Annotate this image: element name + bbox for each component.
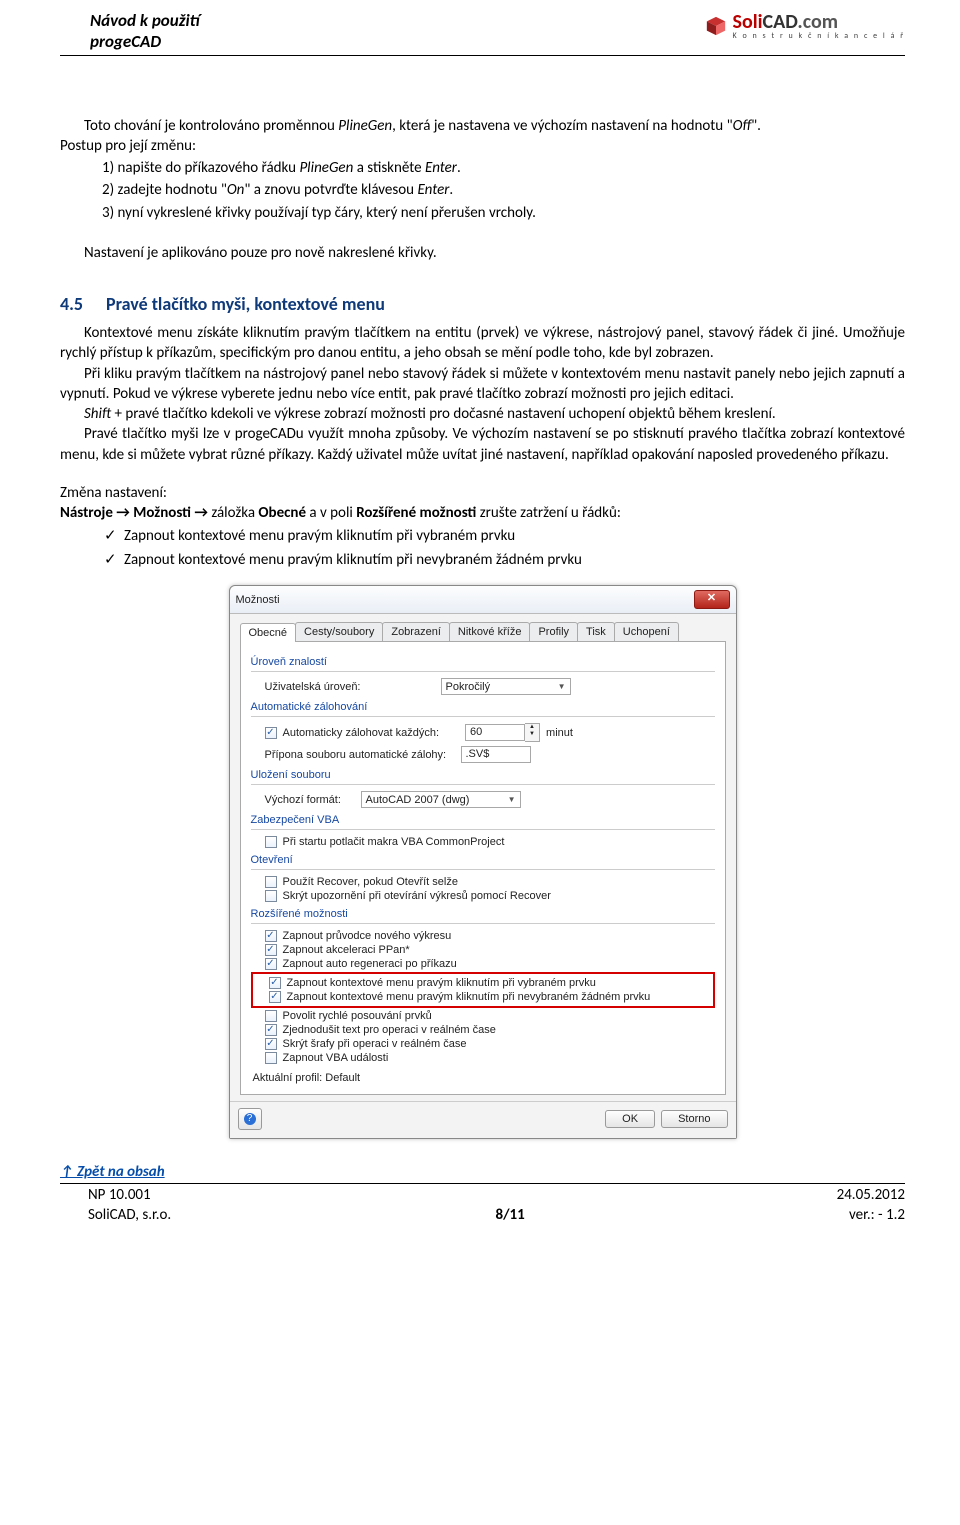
body: Toto chování je kontrolováno proměnnou P… [60,116,905,1226]
cancel-button[interactable]: Storno [661,1110,727,1128]
paragraph-context-menu-1: Kontextové menu získáte kliknutím pravým… [60,323,905,364]
dialog-titlebar: Možnosti ✕ [230,586,736,614]
footer-doc-id: NP 10.001 [88,1186,151,1206]
options-dialog: Možnosti ✕ Obecné Cesty/soubory Zobrazen… [229,585,737,1139]
ext-hide-hatch-label: Skrýt šrafy při operaci v reálném čase [283,1038,467,1050]
ext-autoregen-checkbox[interactable] [265,958,277,970]
group-save-label: Uložení souboru [251,769,715,781]
tab-profily[interactable]: Profily [529,622,578,641]
section-title: Pravé tlačítko myši, kontextové menu [106,293,385,315]
ext-wizard-label: Zapnout průvodce nového výkresu [283,930,452,942]
tab-cesty[interactable]: Cesty/soubory [295,622,383,641]
tab-nitkove[interactable]: Nitkové kříže [449,622,531,641]
ext-ctx-selected-checkbox[interactable] [269,977,281,989]
vba-suppress-checkbox[interactable] [265,836,277,848]
save-format-label: Výchozí formát: [265,794,355,806]
nav-instruction: Nástroje → Možnosti → záložka Obecné a v… [60,503,905,523]
group-open-label: Otevření [251,854,715,866]
tab-panel-obecne: Úroveň znalostí Uživatelská úroveň: Pokr… [240,642,726,1095]
ext-ctx-none-checkbox[interactable] [269,991,281,1003]
group-extended-label: Rozšířené možnosti [251,908,715,920]
change-settings-label: Změna nastavení: [60,483,905,503]
save-format-combo[interactable]: AutoCAD 2007 (dwg)▼ [361,791,521,808]
step-3: 3) nyní vykreslené křivky používají typ … [102,203,905,223]
chevron-down-icon: ▼ [558,682,566,691]
paragraph-plinegen-intro: Toto chování je kontrolováno proměnnou P… [60,116,905,136]
paragraph-applied-note: Nastavení je aplikováno pouze pro nově n… [60,243,905,263]
ext-wizard-checkbox[interactable] [265,930,277,942]
doc-title-block: Návod k použití progeCAD [60,10,200,53]
spinner-buttons[interactable]: ▲▼ [525,723,540,742]
open-hide-warn-label: Skrýt upozornění při otevírání výkresů p… [283,890,551,902]
backup-ext-input[interactable]: .SV$ [461,746,531,763]
ok-button[interactable]: OK [605,1110,655,1128]
step-1: 1) napište do příkazového řádku PlineGen… [102,158,905,178]
ext-fastmove-label: Povolit rychlé posouvání prvků [283,1010,432,1022]
ext-ctx-none-label: Zapnout kontextové menu pravým kliknutím… [287,991,651,1003]
check-item-2: ✓Zapnout kontextové menu pravým kliknutí… [104,549,905,571]
skill-level-combo[interactable]: Pokročilý▼ [441,678,571,695]
open-recover-checkbox[interactable] [265,876,277,888]
page-header: Návod k použití progeCAD SoliCAD.com K o… [60,10,905,56]
ext-hide-hatch-checkbox[interactable] [265,1038,277,1050]
section-heading-4-5: 4.5Pravé tlačítko myši, kontextové menu [60,293,905,315]
auto-backup-checkbox[interactable] [265,727,277,739]
footer-date: 24.05.2012 [837,1186,905,1206]
page-footer: NP 10.001 24.05.2012 SoliCAD, s.r.o. 8/1… [60,1183,905,1225]
logo-text-main: SoliCAD.com [733,12,905,32]
checkmark-icon: ✓ [104,525,124,546]
tab-strip: Obecné Cesty/soubory Zobrazení Nitkové k… [240,622,726,642]
backup-interval-input[interactable]: 60 [465,724,525,741]
tab-tisk[interactable]: Tisk [577,622,615,641]
vba-suppress-label: Při startu potlačit makra VBA CommonProj… [283,836,505,848]
ext-simplify-text-checkbox[interactable] [265,1024,277,1036]
ext-fastmove-checkbox[interactable] [265,1010,277,1022]
paragraph-steps-intro: Postup pro její změnu: [60,136,905,156]
ext-ppan-checkbox[interactable] [265,944,277,956]
help-icon: ? [244,1113,256,1125]
group-vba-label: Zabezpečení VBA [251,814,715,826]
skill-level-label: Uživatelská úroveň: [265,681,435,693]
ext-simplify-text-label: Zjednodušit text pro operaci v reálném č… [283,1024,496,1036]
close-button[interactable]: ✕ [694,590,730,609]
tab-obecne[interactable]: Obecné [240,623,297,642]
ext-autoregen-label: Zapnout auto regeneraci po příkazu [283,958,457,970]
checkmark-icon: ✓ [104,549,124,570]
ext-vba-events-label: Zapnout VBA události [283,1052,389,1064]
footer-version: ver.: - 1.2 [849,1206,905,1226]
tab-zobrazeni[interactable]: Zobrazení [382,622,450,641]
chevron-down-icon: ▼ [508,795,516,804]
tab-uchopeni[interactable]: Uchopení [614,622,679,641]
ext-ctx-selected-label: Zapnout kontextové menu pravým kliknutím… [287,977,596,989]
current-profile-label: Aktuální profil: Default [253,1072,715,1084]
auto-backup-label: Automaticky zálohovat každých: [283,727,440,739]
doc-title-line2: progeCAD [90,31,200,52]
backup-ext-label: Přípona souboru automatické zálohy: [265,749,455,761]
embedded-screenshot: Možnosti ✕ Obecné Cesty/soubory Zobrazen… [229,585,737,1139]
paragraph-context-menu-3: Shift + pravé tlačítko kdekoli ve výkres… [60,404,905,424]
section-number: 4.5 [60,293,106,315]
logo: SoliCAD.com K o n s t r u k č n í k a n … [705,10,905,40]
footer-page-number: 8/11 [495,1206,524,1226]
back-to-toc-link[interactable]: ↑ Zpět na obsah [60,1163,905,1181]
help-button[interactable]: ? [238,1108,262,1130]
backup-unit-label: minut [546,727,573,739]
open-recover-label: Použít Recover, pokud Otevřít selže [283,876,458,888]
paragraph-context-menu-4: Pravé tlačítko myši lze v progeCADu využ… [60,424,905,465]
ext-ppan-label: Zapnout akceleraci PPan* [283,944,410,956]
logo-text-sub: K o n s t r u k č n í k a n c e l á ř [733,32,905,40]
highlighted-options-box: Zapnout kontextové menu pravým kliknutím… [251,972,715,1008]
ext-vba-events-checkbox[interactable] [265,1052,277,1064]
group-skill-label: Úroveň znalostí [251,656,715,668]
paragraph-context-menu-2: Při kliku pravým tlačítkem na nástrojový… [60,364,905,405]
doc-title-line1: Návod k použití [90,10,200,31]
footer-company: SoliCAD, s.r.o. [88,1206,171,1226]
dialog-footer: ? OK Storno [230,1101,736,1138]
open-hide-warn-checkbox[interactable] [265,890,277,902]
step-2: 2) zadejte hodnotu "On" a znovu potvrďte… [102,180,905,200]
dialog-title-text: Možnosti [236,594,280,606]
logo-cube-icon [705,15,727,37]
check-item-1: ✓Zapnout kontextové menu pravým kliknutí… [104,525,905,547]
group-backup-label: Automatické zálohování [251,701,715,713]
